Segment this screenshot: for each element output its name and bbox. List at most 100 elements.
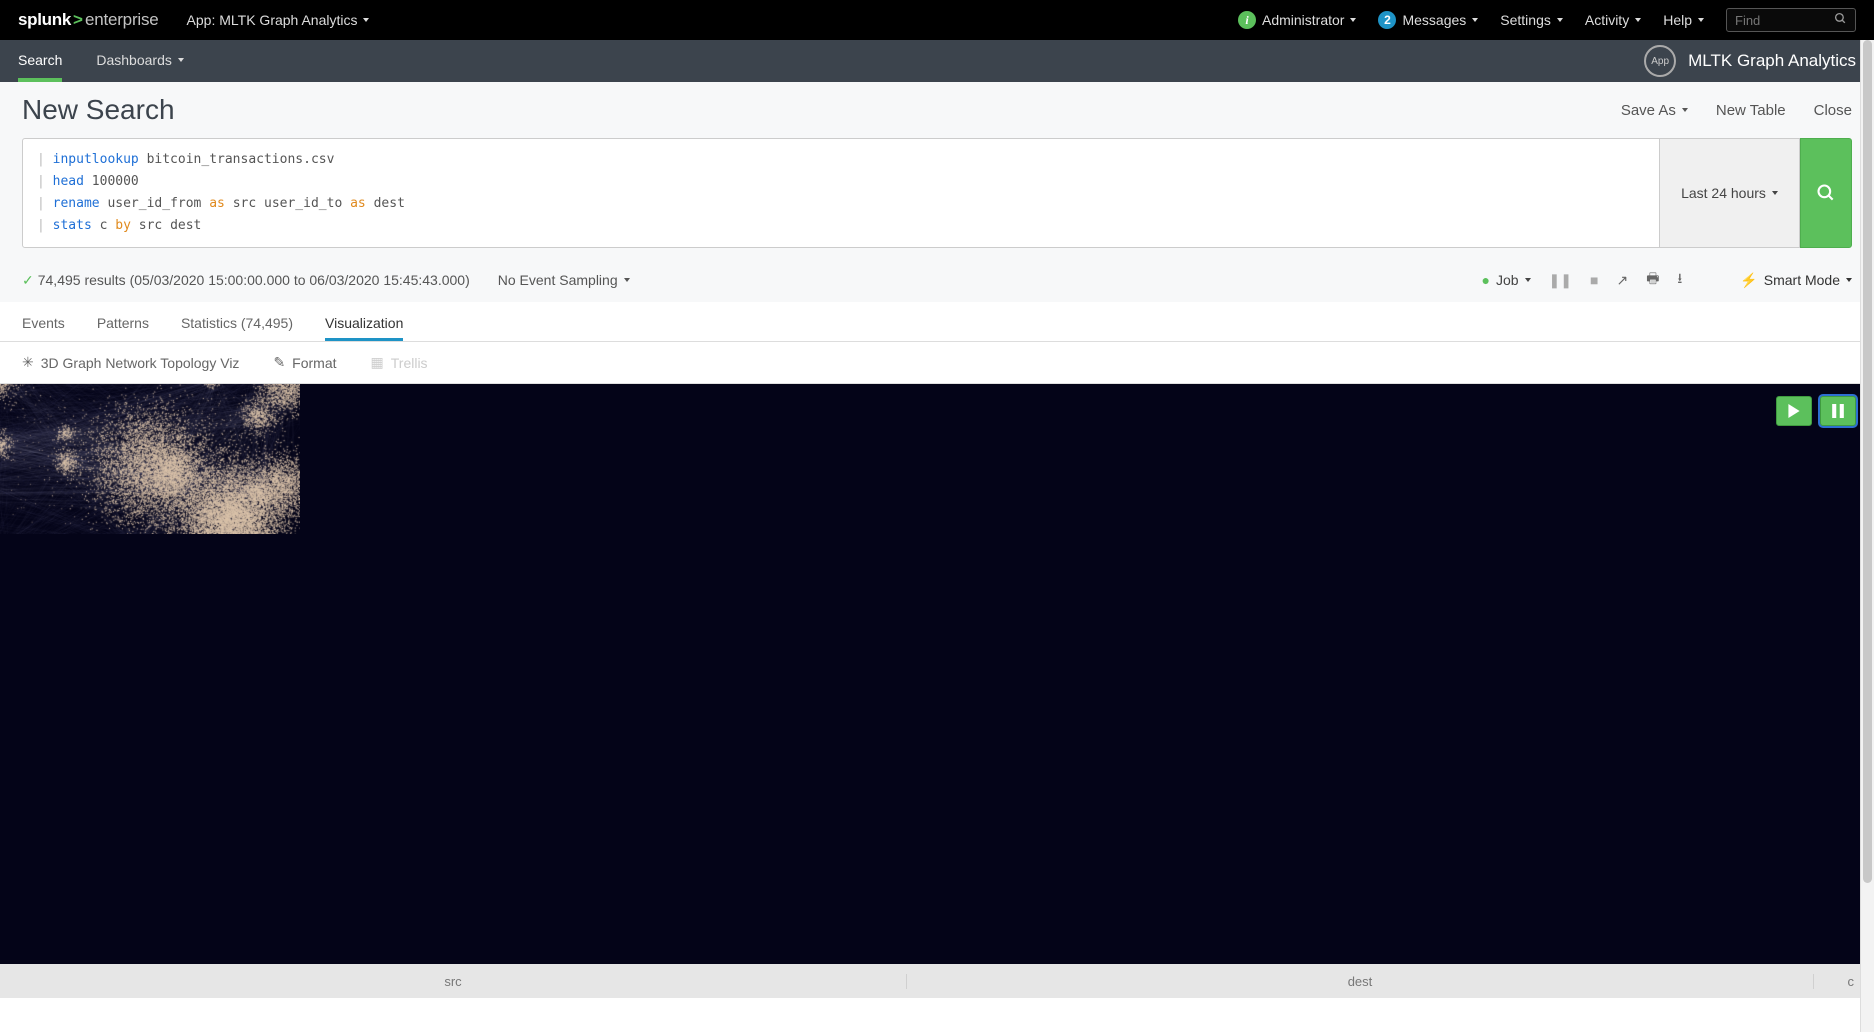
caret-down-icon bbox=[1525, 278, 1531, 282]
messages-menu[interactable]: 2 Messages bbox=[1378, 11, 1478, 29]
admin-menu[interactable]: i Administrator bbox=[1238, 11, 1356, 29]
messages-label: Messages bbox=[1402, 12, 1466, 28]
new-table-button[interactable]: New Table bbox=[1716, 102, 1786, 119]
tab-statistics[interactable]: Statistics (74,495) bbox=[181, 315, 293, 341]
app-title: MLTK Graph Analytics bbox=[1688, 51, 1856, 71]
find-box[interactable] bbox=[1726, 8, 1856, 32]
search-area: | inputlookup bitcoin_transactions.csv |… bbox=[0, 138, 1874, 258]
footer-col-src[interactable]: src bbox=[0, 974, 907, 989]
close-button[interactable]: Close bbox=[1814, 102, 1852, 119]
tab-patterns[interactable]: Patterns bbox=[97, 315, 149, 341]
search-icon bbox=[1816, 183, 1836, 203]
play-icon bbox=[1787, 404, 1801, 418]
pause-icon bbox=[1832, 404, 1844, 418]
trellis-button: ▦ Trellis bbox=[371, 354, 428, 371]
pause-button[interactable] bbox=[1820, 396, 1856, 426]
scrollbar-thumb[interactable] bbox=[1863, 40, 1872, 883]
query-line: | inputlookup bitcoin_transactions.csv bbox=[37, 149, 1645, 171]
trellis-label: Trellis bbox=[391, 355, 428, 371]
stop-job-icon[interactable]: ■ bbox=[1590, 272, 1598, 288]
new-table-label: New Table bbox=[1716, 102, 1786, 119]
caret-down-icon bbox=[1682, 108, 1688, 112]
save-as-label: Save As bbox=[1621, 102, 1676, 119]
tab-visualization[interactable]: Visualization bbox=[325, 315, 403, 341]
viz-buttons bbox=[1776, 396, 1856, 426]
page-title: New Search bbox=[22, 94, 175, 126]
pause-job-icon[interactable]: ❚❚ bbox=[1549, 272, 1572, 289]
caret-down-icon bbox=[178, 58, 184, 62]
info-icon: i bbox=[1238, 11, 1256, 29]
query-line: | head 100000 bbox=[37, 171, 1645, 193]
format-button[interactable]: ✎ Format bbox=[273, 354, 336, 371]
graph-canvas[interactable] bbox=[0, 384, 300, 534]
brand-logo[interactable]: splunk > enterprise bbox=[18, 10, 159, 30]
caret-down-icon bbox=[1698, 18, 1704, 22]
app-icon-label: App bbox=[1651, 56, 1669, 67]
search-mode[interactable]: ⚡ Smart Mode bbox=[1740, 272, 1852, 289]
navbar: Search Dashboards App MLTK Graph Analyti… bbox=[0, 40, 1874, 82]
app-selector[interactable]: App: MLTK Graph Analytics bbox=[187, 12, 370, 28]
app-icon[interactable]: App bbox=[1644, 45, 1676, 77]
bolt-icon: ⚡ bbox=[1740, 272, 1757, 289]
viz-type-picker[interactable]: ✳ 3D Graph Network Topology Viz bbox=[22, 354, 239, 371]
nav-search[interactable]: Search bbox=[18, 52, 62, 70]
activity-label: Activity bbox=[1585, 12, 1629, 28]
caret-down-icon bbox=[1557, 18, 1563, 22]
viz-controls: ✳ 3D Graph Network Topology Viz ✎ Format… bbox=[0, 342, 1874, 384]
results-bar: ✓74,495 results (05/03/2020 15:00:00.000… bbox=[0, 258, 1874, 302]
export-icon[interactable]: ⭳ bbox=[1677, 268, 1682, 292]
settings-menu[interactable]: Settings bbox=[1500, 12, 1563, 28]
query-line: | rename user_id_from as src user_id_to … bbox=[37, 193, 1645, 215]
messages-badge: 2 bbox=[1378, 11, 1396, 29]
help-menu[interactable]: Help bbox=[1663, 12, 1704, 28]
activity-menu[interactable]: Activity bbox=[1585, 12, 1641, 28]
title-row: New Search Save As New Table Close bbox=[0, 82, 1874, 138]
brand-chevron: > bbox=[73, 10, 83, 30]
viz-type-icon: ✳ bbox=[22, 354, 34, 371]
save-as-button[interactable]: Save As bbox=[1621, 102, 1688, 119]
find-input[interactable] bbox=[1735, 13, 1825, 28]
results-right: ● Job ❚❚ ■ ↗ 🖶 ⭳ ⚡ Smart Mode bbox=[1481, 268, 1852, 292]
topbar: splunk > enterprise App: MLTK Graph Anal… bbox=[0, 0, 1874, 40]
format-label: Format bbox=[292, 355, 336, 371]
search-icon bbox=[1834, 12, 1847, 28]
navbar-right: App MLTK Graph Analytics bbox=[1644, 45, 1856, 77]
brush-icon: ✎ bbox=[273, 354, 285, 371]
nav-search-label: Search bbox=[18, 52, 62, 68]
tabs-bar: Events Patterns Statistics (74,495) Visu… bbox=[0, 302, 1874, 342]
viz-type-label: 3D Graph Network Topology Viz bbox=[41, 355, 240, 371]
query-line: | stats c by src dest bbox=[37, 215, 1645, 237]
time-picker-label: Last 24 hours bbox=[1681, 185, 1766, 201]
time-picker[interactable]: Last 24 hours bbox=[1660, 138, 1800, 248]
tab-events[interactable]: Events bbox=[22, 315, 65, 341]
search-button[interactable] bbox=[1800, 138, 1852, 248]
caret-down-icon bbox=[1472, 18, 1478, 22]
query-editor[interactable]: | inputlookup bitcoin_transactions.csv |… bbox=[22, 138, 1660, 248]
caret-down-icon bbox=[1350, 18, 1356, 22]
scrollbar[interactable] bbox=[1860, 40, 1874, 1032]
nav-dashboards-label: Dashboards bbox=[96, 52, 172, 68]
grid-icon: ▦ bbox=[371, 354, 384, 371]
job-menu[interactable]: ● Job bbox=[1481, 272, 1530, 288]
caret-down-icon bbox=[624, 278, 630, 282]
results-summary: ✓74,495 results (05/03/2020 15:00:00.000… bbox=[22, 272, 470, 289]
caret-down-icon bbox=[1846, 278, 1852, 282]
play-button[interactable] bbox=[1776, 396, 1812, 426]
topbar-right: i Administrator 2 Messages Settings Acti… bbox=[1238, 8, 1856, 32]
nav-dashboards[interactable]: Dashboards bbox=[96, 52, 184, 70]
print-icon[interactable]: 🖶 bbox=[1646, 268, 1659, 292]
brand-part2: enterprise bbox=[85, 10, 159, 30]
caret-down-icon bbox=[1772, 191, 1778, 195]
app-selector-label: App: MLTK Graph Analytics bbox=[187, 12, 358, 28]
share-icon[interactable]: ↗ bbox=[1616, 272, 1628, 289]
caret-down-icon bbox=[1635, 18, 1641, 22]
footer-col-dest[interactable]: dest bbox=[907, 974, 1814, 989]
viz-area[interactable] bbox=[0, 384, 1874, 964]
help-label: Help bbox=[1663, 12, 1692, 28]
caret-down-icon bbox=[363, 18, 369, 22]
title-actions: Save As New Table Close bbox=[1621, 102, 1852, 119]
footer-columns: src dest c bbox=[0, 964, 1874, 998]
close-label: Close bbox=[1814, 102, 1852, 119]
admin-label: Administrator bbox=[1262, 12, 1344, 28]
event-sampling[interactable]: No Event Sampling bbox=[498, 272, 630, 288]
